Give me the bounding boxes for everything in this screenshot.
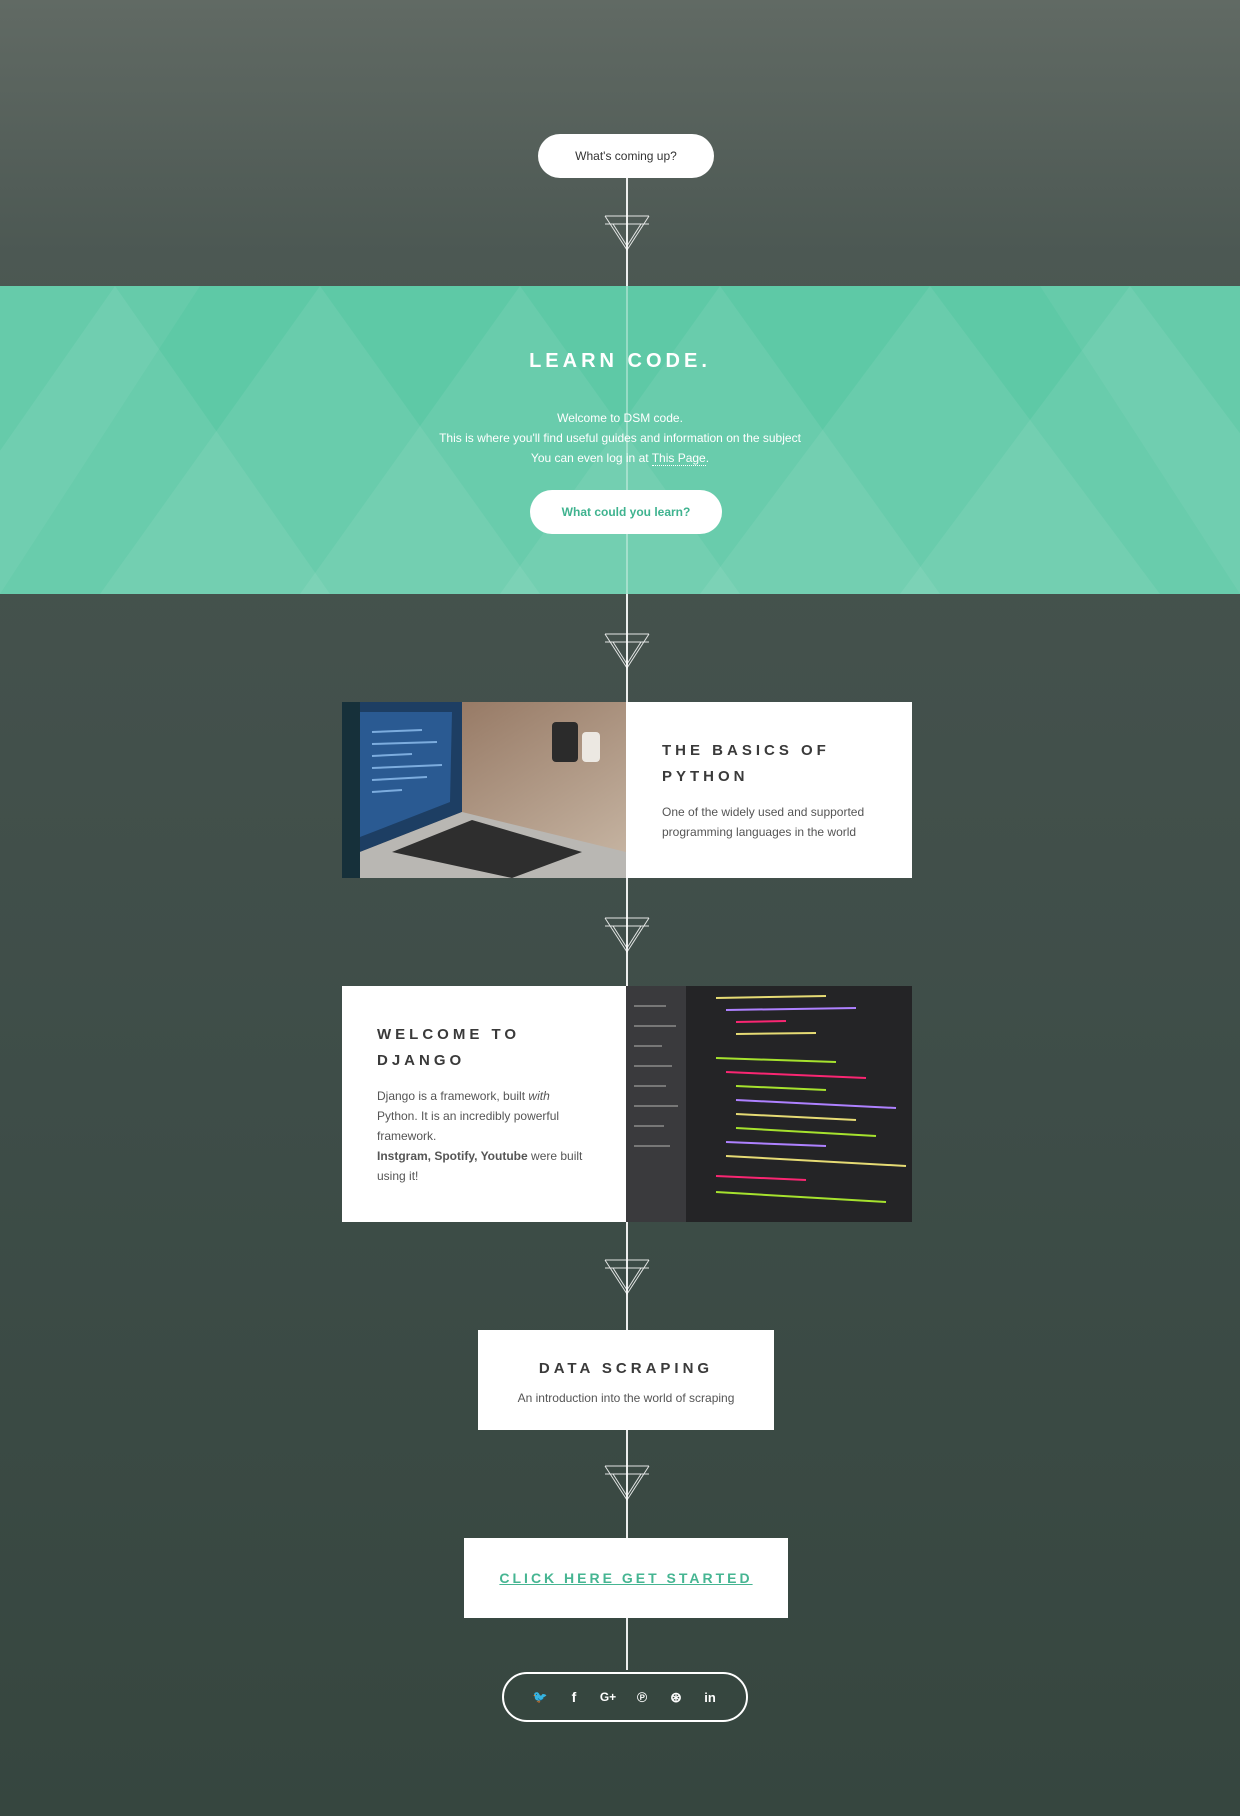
- data-scraping-body: An introduction into the world of scrapi…: [517, 1391, 735, 1405]
- data-scraping-title: DATA SCRAPING: [538, 1360, 714, 1377]
- python-card[interactable]: THE BASICS OF PYTHON One of the widely us…: [626, 702, 912, 878]
- hero-line3: You can even log in at This Page.: [0, 448, 1240, 468]
- down-arrow-icon: [604, 1259, 650, 1295]
- laptop-image: [342, 702, 626, 878]
- twitter-icon[interactable]: 🐦: [530, 1690, 550, 1704]
- django-card[interactable]: WELCOME TO DJANGO Django is a framework, …: [342, 986, 626, 1222]
- login-link[interactable]: This Page: [651, 451, 706, 466]
- python-card-title: THE BASICS OF PYTHON: [662, 742, 830, 785]
- hero-line3-prefix: You can even log in at: [530, 451, 652, 465]
- linkedin-icon[interactable]: in: [700, 1690, 720, 1705]
- what-could-you-learn-button[interactable]: What could you learn?: [530, 490, 722, 534]
- down-arrow-icon: [604, 633, 650, 669]
- facebook-icon[interactable]: f: [564, 1689, 584, 1705]
- whats-coming-up-button[interactable]: What's coming up?: [538, 134, 714, 178]
- data-scraping-card[interactable]: DATA SCRAPING An introduction into the w…: [478, 1330, 774, 1430]
- get-started-link[interactable]: CLICK HERE GET STARTED: [499, 1570, 752, 1586]
- dribbble-icon[interactable]: ⊛: [666, 1689, 686, 1706]
- hero-title: LEARN CODE.: [529, 350, 711, 372]
- django-card-body: Django is a framework, built with Python…: [377, 1089, 583, 1183]
- code-editor-image: [626, 986, 912, 1222]
- down-arrow-icon: [604, 1465, 650, 1501]
- hero-intro: Welcome to DSM code. This is where you'l…: [0, 408, 1240, 468]
- get-started-box: CLICK HERE GET STARTED: [464, 1538, 788, 1618]
- pinterest-icon[interactable]: ℗: [632, 1689, 652, 1705]
- down-arrow-icon: [604, 917, 650, 953]
- social-links: 🐦 f G+ ℗ ⊛ in: [502, 1672, 748, 1722]
- django-card-title: WELCOME TO DJANGO: [377, 1026, 521, 1069]
- python-card-body: One of the widely used and supported prog…: [662, 805, 865, 839]
- down-arrow-icon: [604, 215, 650, 251]
- google-plus-icon[interactable]: G+: [598, 1690, 618, 1704]
- hero-line2: This is where you'll find useful guides …: [439, 431, 801, 445]
- hero-line1: Welcome to DSM code.: [557, 411, 683, 425]
- hero-line3-suffix: .: [705, 451, 710, 465]
